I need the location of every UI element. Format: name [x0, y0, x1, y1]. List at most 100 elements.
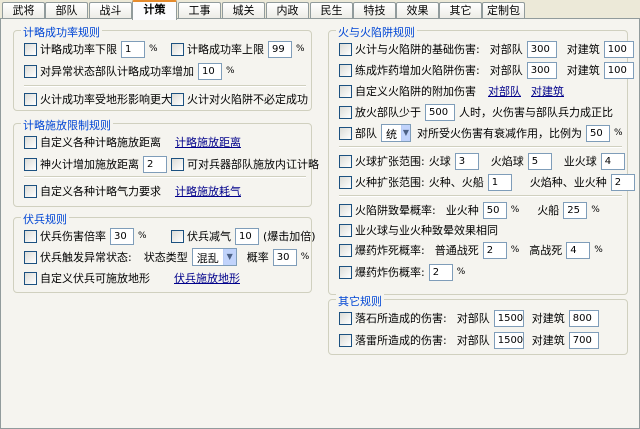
seed-range-checkbox[interactable] [339, 175, 352, 189]
label: 火船 [537, 204, 560, 217]
thunder-building-input[interactable]: 700 [568, 331, 599, 349]
ambush-dmg-row: 伏兵伤害倍率 30% [24, 227, 147, 245]
normal-kill-input[interactable]: 2 [482, 241, 507, 259]
tab-gates[interactable]: 城关 [222, 2, 265, 19]
tab-custom-pack[interactable]: 定制包 [482, 2, 525, 19]
max-rate-row: 计略成功率上限 99% [171, 40, 305, 58]
tab-people[interactable]: 民生 [310, 2, 353, 19]
label: 对部队 [489, 64, 523, 77]
ambush-morale-checkbox[interactable] [171, 229, 184, 243]
ambush-dmg-input[interactable]: 30 [110, 227, 134, 245]
rock-checkbox[interactable] [339, 311, 352, 325]
reduce-row: 部队 统 ▼ 对所受火伤害有衰减作用，比例为 50% [339, 124, 623, 142]
label: 自定义火陷阱的附加伤害 [355, 85, 476, 98]
thunder-row: 落雷所造成的伤害: 对部队 1500 对建筑 700 [339, 331, 599, 349]
tab-domestic[interactable]: 内政 [266, 2, 309, 19]
tab-other[interactable]: 其它 [439, 2, 482, 19]
weapon-checkbox[interactable] [171, 157, 184, 171]
label: 伏兵伤害倍率 [40, 230, 106, 243]
few-troops-checkbox[interactable] [339, 105, 352, 119]
base-unit-input[interactable]: 300 [526, 40, 557, 58]
group-title: 伏兵规则 [21, 211, 69, 227]
hurt-input[interactable]: 2 [428, 263, 453, 281]
unit: % [300, 252, 310, 262]
cast-distance-link[interactable]: 计略施放距离 [175, 134, 241, 150]
karma-seed-stun-input[interactable]: 50 [482, 201, 507, 219]
ambush-prob-input[interactable]: 30 [272, 248, 297, 266]
vs-building-link[interactable]: 对建筑 [531, 83, 564, 99]
tab-skills[interactable]: 特技 [353, 2, 396, 19]
selected-value: 统 [386, 128, 397, 141]
shenhuo-input[interactable]: 2 [143, 155, 167, 173]
kill-checkbox[interactable] [339, 243, 352, 257]
reduce-input[interactable]: 50 [586, 124, 610, 142]
max-rate-input[interactable]: 99 [268, 40, 292, 58]
energy-link[interactable]: 计略施放耗气 [175, 183, 241, 199]
label: 对部队 [456, 312, 490, 325]
label: 放火部队少于 [355, 106, 421, 119]
high-kill-input[interactable]: 4 [566, 241, 591, 259]
min-rate-checkbox[interactable] [24, 42, 37, 56]
rock-unit-input[interactable]: 1500 [493, 309, 524, 327]
seed-input[interactable]: 1 [487, 173, 512, 191]
ambush-morale-row: 伏兵减气 10 (爆击加倍) [171, 227, 316, 245]
ambush-morale-input[interactable]: 10 [235, 227, 259, 245]
custom-dist-checkbox[interactable] [24, 135, 37, 149]
explosive-checkbox[interactable] [339, 63, 352, 77]
ambush-dmg-checkbox[interactable] [24, 229, 37, 243]
label: 计略成功率上限 [187, 43, 264, 56]
terrain-checkbox[interactable] [24, 92, 37, 106]
hurt-checkbox[interactable] [339, 265, 352, 279]
tab-works[interactable]: 工事 [178, 2, 221, 19]
label: 落石所造成的伤害: [355, 312, 447, 325]
label: 自定义伏兵可施放地形 [40, 272, 150, 285]
status-type-select[interactable]: 混乱 ▼ [191, 248, 237, 266]
same-stun-checkbox[interactable] [339, 223, 352, 237]
few-troops-row: 放火部队少于 500 人时，火伤害与部队兵力成正比 [339, 103, 613, 121]
cast-limit-group: 计略施放限制规则 自定义各种计略施放距离 计略施放距离 神火计增加施放距离 2 … [13, 117, 319, 207]
tab-units[interactable]: 部队 [45, 2, 88, 19]
abnormal-checkbox[interactable] [24, 64, 37, 78]
karma-seed-input[interactable]: 2 [610, 173, 635, 191]
ambush-status-row: 伏兵触发异常状态: 状态类型 混乱 ▼ 概率 30% [24, 248, 309, 266]
stat-select[interactable]: 统 ▼ [381, 124, 411, 142]
abnormal-input[interactable]: 10 [198, 62, 222, 80]
custom-trap-checkbox[interactable] [339, 84, 352, 98]
few-troops-input[interactable]: 500 [425, 103, 455, 121]
label: 业火种 [445, 204, 479, 217]
flame-ball-input[interactable]: 5 [527, 152, 552, 170]
shenhuo-row: 神火计增加施放距离 2 [24, 155, 167, 173]
chevron-down-icon: ▼ [222, 249, 236, 265]
fire-ship-stun-input[interactable]: 25 [563, 201, 588, 219]
exp-unit-input[interactable]: 300 [526, 61, 557, 79]
ambush-terrain-link[interactable]: 伏兵施放地形 [174, 270, 240, 286]
thunder-unit-input[interactable]: 1500 [493, 331, 524, 349]
tab-battle[interactable]: 战斗 [89, 2, 132, 19]
ambush-terrain-checkbox[interactable] [24, 271, 37, 285]
base-building-input[interactable]: 100 [603, 40, 634, 58]
unit: % [591, 205, 600, 215]
reduce-checkbox[interactable] [339, 126, 352, 140]
rock-building-input[interactable]: 800 [568, 309, 599, 327]
min-rate-input[interactable]: 1 [121, 40, 145, 58]
max-rate-checkbox[interactable] [171, 42, 184, 56]
karma-ball-input[interactable]: 4 [600, 152, 625, 170]
stun-row: 火陷阱致晕概率: 业火种 50% 火船 25% [339, 201, 600, 219]
note: (爆击加倍) [263, 230, 316, 243]
shenhuo-checkbox[interactable] [24, 157, 37, 171]
label: 伏兵减气 [187, 230, 231, 243]
ball-range-checkbox[interactable] [339, 154, 352, 168]
base-dmg-checkbox[interactable] [339, 42, 352, 56]
tab-tactics[interactable]: 计策 [132, 0, 177, 20]
exp-building-input[interactable]: 100 [603, 61, 634, 79]
stun-checkbox[interactable] [339, 203, 352, 217]
thunder-checkbox[interactable] [339, 333, 352, 347]
ambush-status-checkbox[interactable] [24, 250, 37, 264]
energy-checkbox[interactable] [24, 184, 37, 198]
vs-unit-link[interactable]: 对部队 [488, 83, 521, 99]
trap-checkbox[interactable] [171, 92, 184, 106]
ball-input[interactable]: 3 [454, 152, 479, 170]
unit: % [149, 44, 158, 54]
tab-effects[interactable]: 效果 [396, 2, 439, 19]
tab-generals[interactable]: 武将 [2, 2, 45, 19]
